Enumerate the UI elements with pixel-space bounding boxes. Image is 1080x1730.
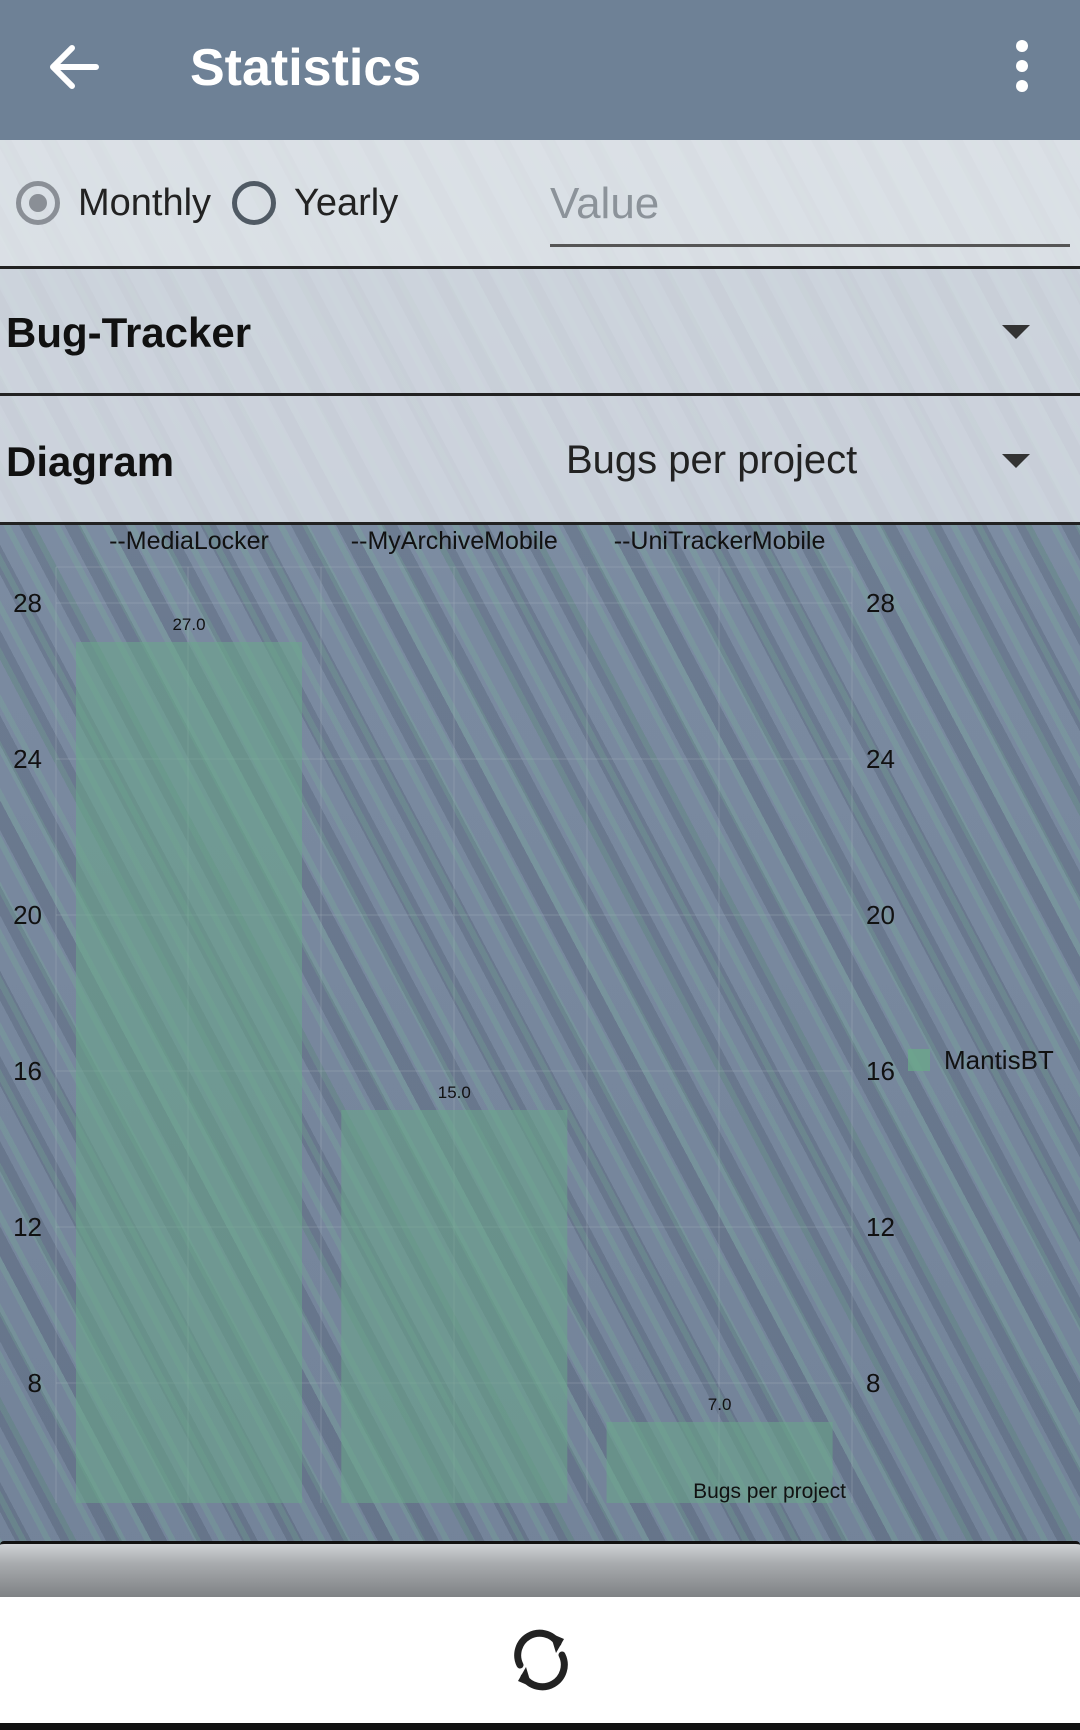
bar [76, 642, 302, 1503]
y-tick-label-left: 28 [13, 588, 42, 618]
diagram-value: Bugs per project [566, 438, 858, 482]
y-tick-label-right: 16 [866, 1056, 895, 1086]
bar-value-label: 7.0 [708, 1395, 732, 1414]
yearly-label: Yearly [294, 181, 399, 224]
monthly-radio[interactable]: Monthly [16, 176, 211, 230]
bottom-handle-bar [0, 1541, 1080, 1600]
x-category-label: --MediaLocker [109, 527, 269, 555]
tracker-spinner[interactable]: Bug-Tracker [0, 269, 1080, 396]
yearly-radio[interactable]: Yearly [232, 176, 398, 230]
chart-canvas: 8 8 12 12 16 16 20 20 24 24 28 28 27.0 --MediaLocker 1… [13, 527, 1054, 1503]
y-tick-label-right: 8 [866, 1368, 880, 1398]
legend-swatch [908, 1049, 930, 1071]
y-tick-label-left: 20 [13, 900, 42, 930]
y-tick-label-left: 12 [13, 1212, 42, 1242]
bar-chart[interactable]: 8 8 12 12 16 16 20 20 24 24 28 28 27.0 --MediaLocker 1… [0, 525, 1080, 1541]
y-tick-label-right: 28 [866, 588, 895, 618]
y-tick-label-right: 20 [866, 900, 895, 930]
bar-value-label: 15.0 [438, 1083, 471, 1102]
y-tick-label-left: 24 [13, 744, 42, 774]
bar-value-label: 27.0 [172, 615, 205, 634]
radio-checked-icon [16, 181, 60, 225]
more-vert-icon[interactable] [1002, 38, 1042, 94]
radio-unchecked-icon [232, 181, 276, 225]
dropdown-arrow-icon [1002, 325, 1030, 339]
back-arrow-icon[interactable] [46, 40, 100, 94]
diagram-label: Diagram [6, 438, 175, 485]
refresh-icon[interactable] [508, 1627, 574, 1693]
bar [341, 1110, 568, 1503]
x-category-label: --MyArchiveMobile [351, 527, 558, 555]
tracker-label: Bug-Tracker [6, 309, 252, 356]
dropdown-arrow-icon [1002, 454, 1030, 468]
bottom-divider [0, 1723, 1080, 1730]
x-category-label: --UniTrackerMobile [614, 527, 826, 555]
diagram-spinner[interactable]: Diagram Bugs per project [0, 396, 1080, 525]
page-title: Statistics [190, 39, 422, 97]
monthly-label: Monthly [78, 181, 212, 224]
y-tick-label-left: 16 [13, 1056, 42, 1086]
legend-label: MantisBT [944, 1045, 1054, 1075]
value-input[interactable] [550, 164, 1070, 247]
y-tick-label-right: 12 [866, 1212, 895, 1242]
y-tick-label-left: 8 [28, 1368, 42, 1398]
app-bar: Statistics [0, 0, 1080, 140]
y-tick-label-right: 24 [866, 744, 895, 774]
chart-description: Bugs per project [693, 1480, 846, 1503]
bottom-bar [0, 1597, 1080, 1723]
